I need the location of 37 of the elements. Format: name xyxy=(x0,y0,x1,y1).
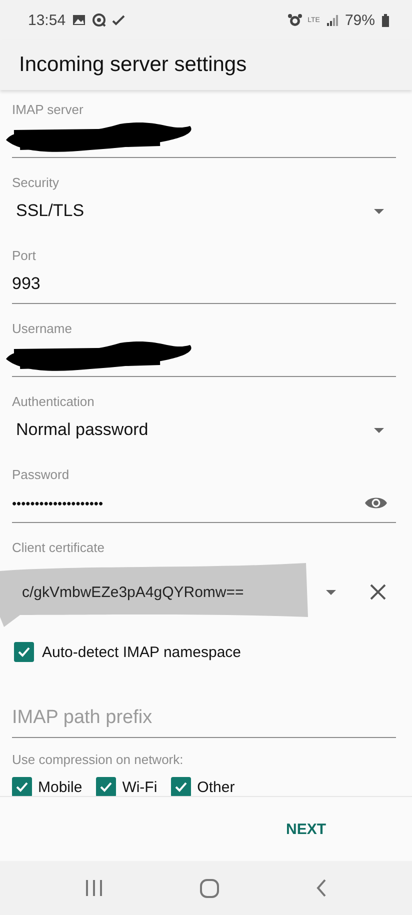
certificate-value: c/gkVmbwEZe3pA4gQYRomw== xyxy=(21,584,245,600)
checkbox-label: Auto-detect IMAP namespace xyxy=(42,644,241,660)
field-label: Client certificate xyxy=(12,540,104,555)
back-icon[interactable] xyxy=(316,879,328,897)
checkbox[interactable] xyxy=(12,777,32,796)
dropdown[interactable]: Normal password xyxy=(12,411,396,449)
checkbox-label: Mobile xyxy=(38,778,82,796)
home-icon[interactable] xyxy=(200,878,219,898)
dropdown[interactable]: SSL/TLS xyxy=(12,192,396,230)
dropdown-arrow-icon xyxy=(374,428,384,432)
next-button[interactable]: NEXT xyxy=(282,812,330,846)
checkbox[interactable] xyxy=(171,777,192,796)
clock-time: 13:54 xyxy=(28,12,66,28)
field-label: Port xyxy=(12,248,36,263)
field-label: IMAP server xyxy=(12,102,84,117)
field-label: Security xyxy=(12,175,59,190)
dropdown-arrow-icon xyxy=(374,208,384,214)
field-label: Username xyxy=(12,321,72,336)
image-icon xyxy=(72,13,86,27)
field-label: Password xyxy=(12,467,70,482)
checkbox-label: Wi-Fi xyxy=(122,778,158,796)
screen-title: Incoming server settings xyxy=(19,53,247,77)
path-prefix-field[interactable]: IMAP path prefix xyxy=(12,702,396,734)
field-label: Authentication xyxy=(12,394,94,409)
checkbox[interactable] xyxy=(14,642,34,662)
battery-icon xyxy=(381,14,390,26)
recents-icon[interactable] xyxy=(84,879,103,897)
checkbox-label: Other xyxy=(197,778,235,796)
battery-percent: 79% xyxy=(344,12,375,28)
alarm-icon xyxy=(288,13,302,27)
text-field[interactable]: 993 xyxy=(12,268,396,300)
password-field[interactable]: •••••••••••••••••••• xyxy=(12,487,360,519)
check-icon xyxy=(112,13,125,27)
checkbox[interactable] xyxy=(96,777,116,796)
search-icon xyxy=(92,13,106,27)
section-label: Use compression on network: xyxy=(12,752,184,767)
signal-icon xyxy=(326,14,339,26)
